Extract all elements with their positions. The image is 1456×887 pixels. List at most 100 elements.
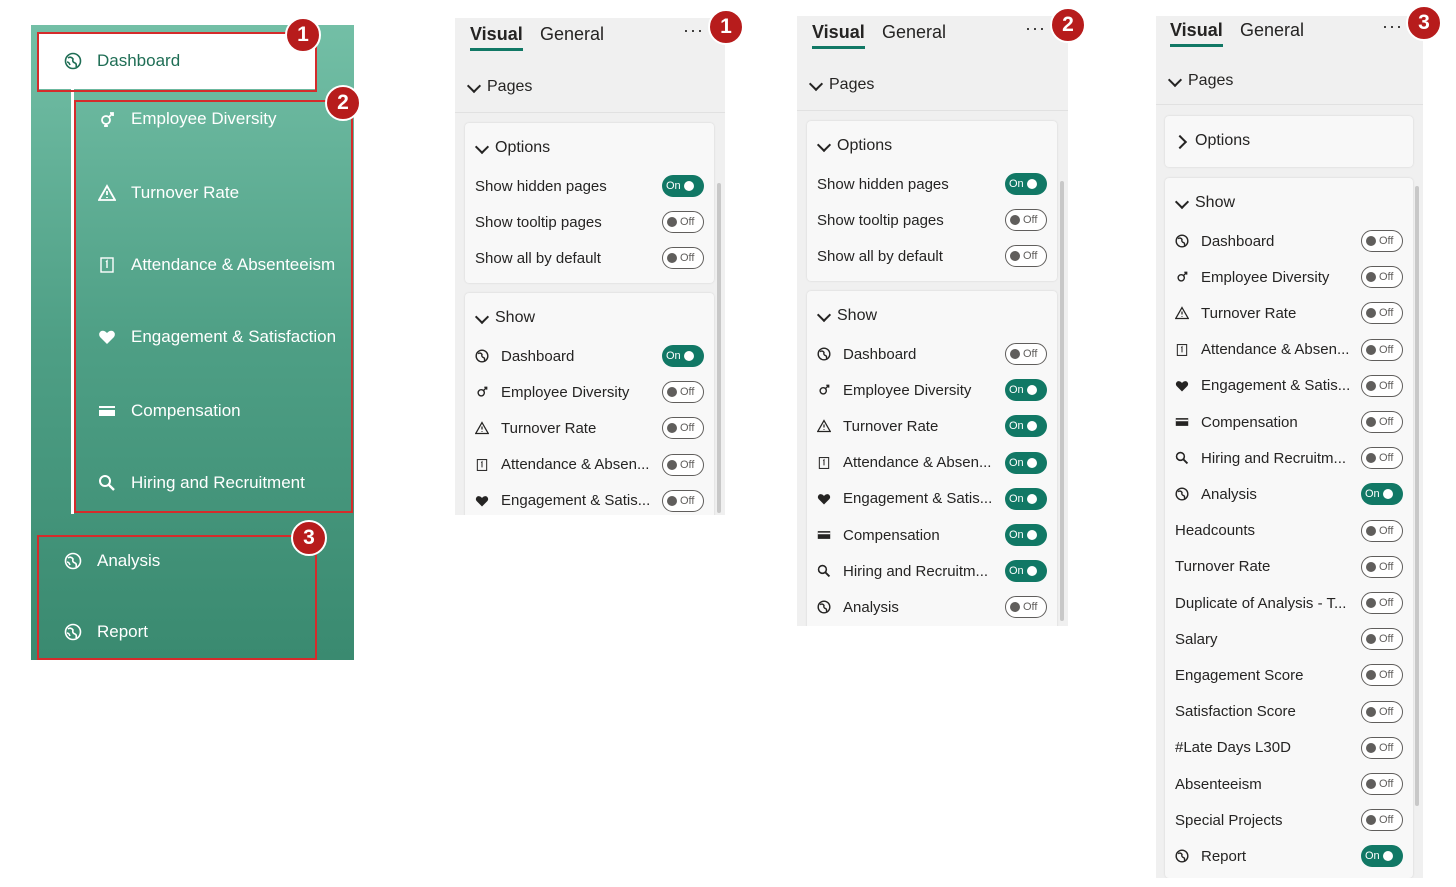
show-header[interactable]: Show [1175,194,1235,212]
toggle-knob [1366,742,1376,753]
page-name: Dashboard [501,347,575,365]
toggle-knob [1366,236,1376,246]
globe-icon [1175,234,1189,248]
toggle-on[interactable]: On [1005,173,1047,195]
toggle-off[interactable]: Off [1361,411,1403,433]
toggle-on[interactable]: On [1005,524,1047,546]
toggle-off[interactable]: Off [1361,664,1403,687]
toggle-off[interactable]: Off [1361,592,1403,614]
toggle-off[interactable]: Off [662,417,704,440]
toggle-off[interactable]: Off [1361,447,1403,470]
toggle-off[interactable]: Off [1005,343,1047,365]
page-row-label-group: Satisfaction Score [1175,703,1361,720]
options-header[interactable]: Options [817,137,892,155]
pages-section-header[interactable]: Pages [809,76,874,94]
step-badge: 1 [285,17,321,53]
toggle-state-label: On [1009,565,1024,578]
show-header[interactable]: Show [475,309,535,327]
toggle-off[interactable]: Off [662,247,704,270]
tab-visual[interactable]: Visual [812,22,865,49]
toggle-knob [1010,215,1020,226]
toggle-off[interactable]: Off [662,453,704,476]
toggle-off[interactable]: Off [662,211,704,234]
toggle-on[interactable]: On [662,175,704,197]
tab-visual[interactable]: Visual [470,24,523,51]
toggle-off[interactable]: Off [1361,628,1403,651]
pages-section-header[interactable]: Pages [467,78,532,96]
toggle-off[interactable]: Off [1361,700,1403,723]
options-label: Options [837,137,893,154]
toggle-state-label: Off [1379,560,1394,573]
toggle-off[interactable]: Off [1005,209,1047,232]
tab-general[interactable]: General [882,22,946,43]
page-row-label-group: Special Projects [1175,812,1361,829]
toggle-on[interactable]: On [1005,379,1047,402]
scrollbar[interactable] [717,183,721,513]
scrollbar[interactable] [1060,181,1064,621]
warning-icon [475,421,489,435]
page-row-label-group: Hiring and Recruitm... [1175,450,1361,467]
toggle-on[interactable]: On [1005,560,1047,583]
scrollbar[interactable] [1415,186,1419,806]
option-label: Show tooltip pages [817,211,944,229]
more-options-icon[interactable]: ··· [683,20,704,41]
page-row: Employee Diversity On [817,377,1047,403]
toggle-on[interactable]: On [1005,415,1047,438]
toggle-off[interactable]: Off [1361,555,1403,578]
page-row: Report On [1175,843,1403,869]
more-options-icon[interactable]: ··· [1382,16,1403,37]
toggle-off[interactable]: Off [1361,809,1403,832]
options-header[interactable]: Options [475,139,550,157]
toggle-state-label: On [1009,420,1024,433]
page-row-label-group: Compensation [1175,414,1361,431]
toggle-knob [1026,179,1037,189]
more-options-icon[interactable]: ··· [1025,18,1046,39]
toggle-state-label: On [1009,384,1024,397]
toggle-knob [1026,385,1037,396]
toggle-state-label: On [1365,850,1380,863]
pages-section-header[interactable]: Pages [1168,72,1233,90]
toggle-off[interactable]: Off [1361,302,1403,325]
toggle-on[interactable]: On [1005,487,1047,510]
toggle-knob [1366,344,1376,355]
step-badge: 3 [291,520,327,556]
tab-general[interactable]: General [1240,20,1304,41]
page-row: Attendance & Absen... On [817,450,1047,476]
page-row: Salary Off [1175,626,1403,652]
show-label: Show [495,309,536,326]
toggle-off[interactable]: Off [1361,519,1403,542]
toggle-off[interactable]: Off [1005,596,1047,619]
toggle-knob [1366,308,1376,319]
toggle-off[interactable]: Off [1005,245,1047,268]
toggle-knob [1010,602,1020,613]
option-label: Show all by default [817,247,943,265]
globe-icon [817,347,831,361]
page-row-label-group: Employee Diversity [1175,269,1361,286]
toggle-off[interactable]: Off [1361,736,1403,759]
heart-icon [1175,379,1189,393]
toggle-on[interactable]: On [1005,451,1047,474]
option-label: Show tooltip pages [475,213,602,231]
options-card: Options Show hidden pages On Show tooltip … [807,121,1057,281]
toggle-off[interactable]: Off [1361,266,1403,289]
page-name: Special Projects [1175,811,1283,829]
toggle-knob [1366,634,1376,645]
pages-label: Pages [829,76,875,93]
tab-visual[interactable]: Visual [1170,20,1223,47]
toggle-off[interactable]: Off [1361,374,1403,397]
highlight-box-1 [37,32,317,92]
toggle-off[interactable]: Off [662,489,704,512]
show-header[interactable]: Show [817,307,877,325]
toggle-knob [1366,670,1376,681]
highlight-box-3 [37,535,317,660]
toggle-off[interactable]: Off [1361,338,1403,361]
toggle-off[interactable]: Off [1361,773,1403,795]
toggle-on[interactable]: On [1361,483,1403,506]
toggle-off[interactable]: Off [1361,230,1403,252]
tab-general[interactable]: General [540,24,604,45]
toggle-on[interactable]: On [662,345,704,367]
options-header[interactable]: Options [1175,132,1250,150]
toggle-on[interactable]: On [1361,845,1403,868]
toggle-off[interactable]: Off [662,381,704,404]
toggle-state-label: Off [1379,814,1394,827]
